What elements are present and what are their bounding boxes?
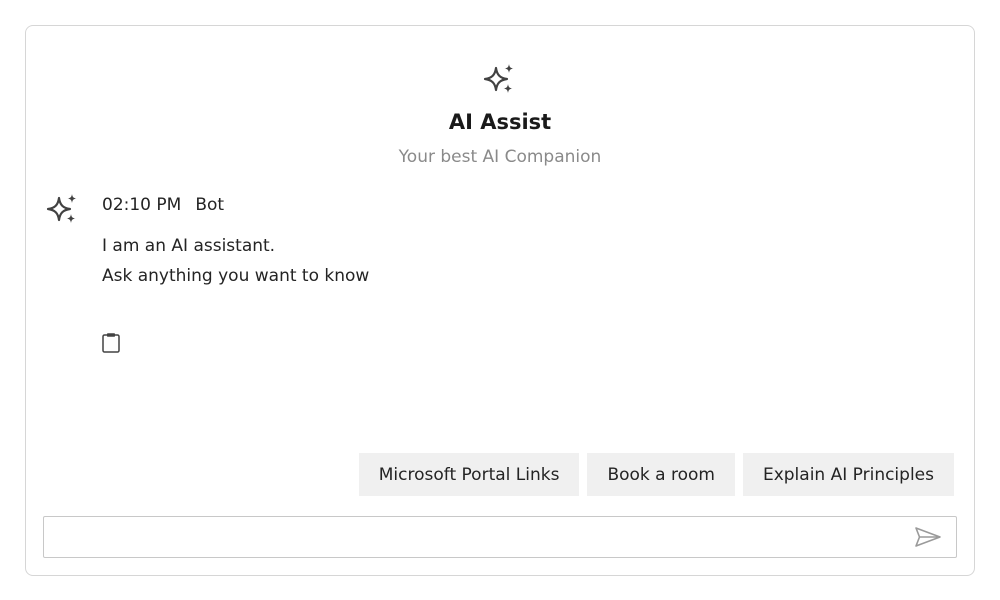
page-subtitle: Your best AI Companion xyxy=(398,147,602,167)
page-title: AI Assist xyxy=(448,110,552,134)
copy-button[interactable] xyxy=(100,331,122,355)
message-body: I am an AI assistant. Ask anything you w… xyxy=(102,231,369,291)
message-sender: Bot xyxy=(195,195,225,215)
message-line: Ask anything you want to know xyxy=(102,266,370,286)
chat-panel: AI Assist Your best AI Companion 02:10 P… xyxy=(25,25,975,576)
message-line: I am an AI assistant. xyxy=(102,236,276,256)
message-time: 02:10 PM xyxy=(102,195,182,215)
message-composer xyxy=(43,516,957,558)
suggestion-microsoft-portal-links[interactable]: Microsoft Portal Links xyxy=(358,453,580,496)
message-meta: 02:10 PM Bot xyxy=(102,195,238,215)
suggested-actions: Microsoft Portal Links Book a room Expla… xyxy=(358,453,954,496)
send-icon xyxy=(915,527,941,547)
sparkle-icon xyxy=(46,194,77,223)
suggestion-explain-ai-principles[interactable]: Explain AI Principles xyxy=(742,453,954,496)
send-button[interactable] xyxy=(914,525,942,549)
sparkle-icon xyxy=(483,64,514,93)
message-input[interactable] xyxy=(54,517,894,556)
suggestion-book-a-room[interactable]: Book a room xyxy=(587,453,735,496)
clipboard-icon xyxy=(102,333,120,353)
